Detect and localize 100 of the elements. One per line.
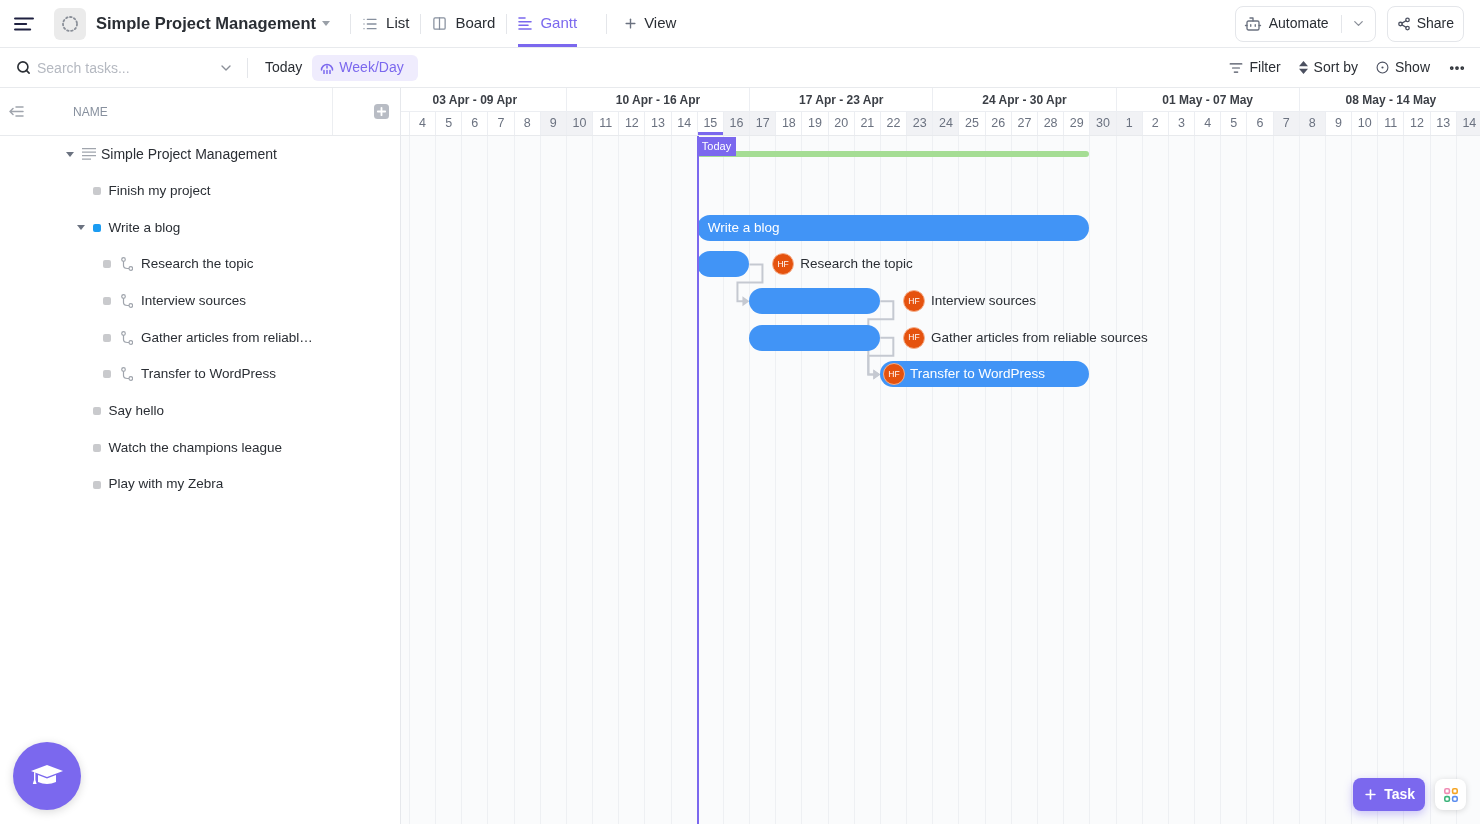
add-view-button[interactable]: View [607,0,693,47]
view-tab[interactable]: Board [421,0,507,47]
menu-icon[interactable] [14,16,34,31]
day-label: 28 [1037,112,1064,135]
subtask-icon [121,367,133,382]
board-icon [432,16,448,31]
week-label: 03 Apr - 09 Apr [432,91,518,109]
status-icon[interactable] [92,407,101,416]
day-label: 8 [1298,112,1325,135]
day-label: 9 [1324,112,1352,135]
task-name[interactable]: Write a blog [108,217,181,238]
day-label: 17 [749,112,776,135]
day-label: 8 [513,112,540,135]
apps-grid-icon [1443,787,1458,802]
day-label: 20 [827,112,854,135]
scale-button[interactable]: Week/Day [312,54,418,81]
week-label: 24 Apr - 30 Apr [982,91,1067,109]
task-bar[interactable] [749,324,880,351]
day-label: 14 [670,112,697,135]
automate-button[interactable]: Automate [1235,6,1341,41]
list-lines-icon [82,148,96,161]
day-label: 19 [801,112,828,135]
share-button[interactable]: Share [1386,5,1464,42]
search-icon [16,60,31,75]
status-icon[interactable] [103,333,111,342]
task-name[interactable]: Watch the champions league [108,437,283,458]
plus-icon [1363,787,1379,802]
day-label: 6 [1246,112,1273,135]
add-task-button[interactable]: Task [1353,778,1425,811]
today-button[interactable]: Today [258,54,310,81]
avatar: HF [772,253,795,276]
day-label: 1 [1115,112,1142,135]
bar-label: Gather articles from reliable sources [931,328,1148,347]
task-bar[interactable] [749,288,880,315]
day-label: 18 [775,112,802,135]
sort-icon [1298,61,1308,74]
bar-label: Write a blog [707,218,780,237]
toolbar-action[interactable]: Filter [1229,54,1281,81]
bar-label: Transfer to WordPress [910,365,1046,384]
caret-down-icon[interactable] [322,21,331,26]
task-name[interactable]: Research the topic [141,254,254,275]
view-tab[interactable]: List [351,0,421,47]
status-icon[interactable] [103,260,111,269]
day-label: 25 [958,112,985,135]
avatar: HF [903,290,925,313]
day-label: 5 [435,112,462,135]
share-icon [1396,16,1411,31]
status-icon[interactable] [92,187,101,196]
week-label: 17 Apr - 23 Apr [799,91,884,109]
day-label: 26 [984,112,1011,135]
task-name[interactable]: Transfer to WordPress [141,364,277,385]
status-icon[interactable] [92,480,101,489]
week-label: 01 May - 07 May [1162,91,1254,109]
project-title: Simple Project Management [96,13,317,35]
column-header: NAME [73,103,108,121]
status-icon[interactable] [92,443,101,452]
task-name[interactable]: Interview sources [141,290,247,312]
view-tab[interactable]: Gantt [507,0,589,47]
search-field[interactable]: Search tasks... [37,55,218,80]
task-name[interactable]: Finish my project [108,180,211,202]
subtask-icon [121,330,133,345]
day-label: 5 [1220,112,1247,135]
task-name[interactable]: Simple Project Management [101,143,277,165]
task-name[interactable]: Say hello [108,401,165,422]
day-label: 15 [696,112,723,135]
status-icon[interactable] [92,223,101,232]
subtask-icon [121,294,133,309]
caret-down-icon[interactable] [76,225,85,231]
day-label: 27 [1010,112,1037,135]
day-label: 11 [592,112,619,135]
task-name[interactable]: Gather articles from reliabl… [141,327,313,348]
day-label: 30 [1089,112,1116,135]
collapse-icon[interactable] [9,105,24,118]
day-label: 7 [1272,112,1299,135]
status-icon[interactable] [103,297,111,306]
day-label: 24 [932,112,959,135]
bar-label: Research the topic [800,255,913,274]
day-label: 7 [487,112,514,135]
caret-down-icon[interactable] [66,151,74,157]
avatar: HF [903,326,925,349]
status-icon[interactable] [103,370,111,379]
day-label: 23 [906,112,933,135]
day-label: 4 [1194,112,1221,135]
subtask-icon [121,257,133,272]
day-label: 13 [644,112,671,135]
day-label: 10 [1351,112,1378,135]
plus-icon[interactable] [374,104,389,119]
circle-dot-icon [1375,61,1389,74]
apps-button[interactable] [1435,779,1466,810]
graduation-cap-icon [31,765,63,787]
task-bar[interactable]: HF Transfer to WordPress [880,361,1090,388]
toolbar-action[interactable]: Sort by [1298,54,1358,81]
day-label: 3 [1167,112,1195,135]
day-label: 11 [1377,112,1404,135]
avatar: HF [883,363,905,386]
task-bar[interactable] [696,251,750,278]
day-label: 13 [1429,112,1456,135]
toolbar-action[interactable]: Show [1375,54,1430,81]
task-name[interactable]: Play with my Zebra [108,474,224,495]
gauge-icon [320,61,335,74]
